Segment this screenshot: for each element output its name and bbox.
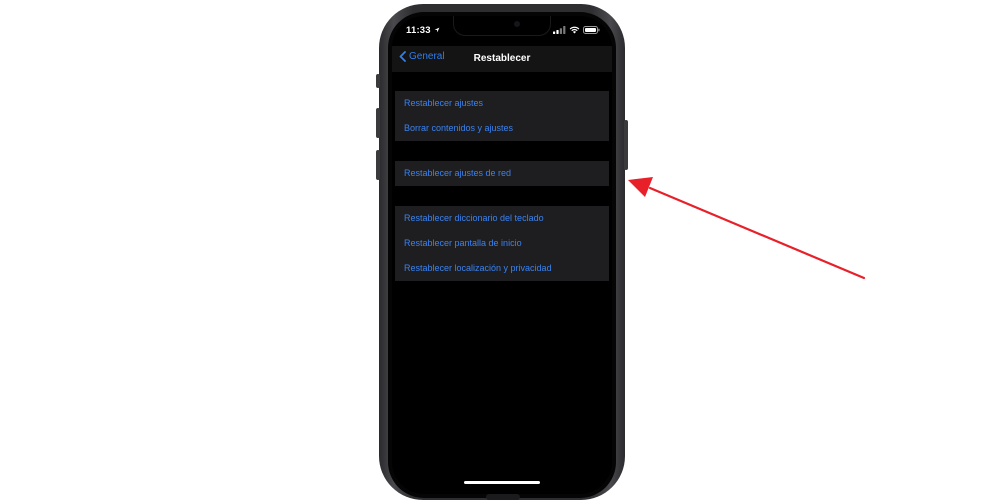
- navigation-bar: General Restablecer: [392, 46, 612, 72]
- reset-settings-item[interactable]: Restablecer ajustes: [395, 91, 609, 116]
- front-camera: [514, 21, 520, 27]
- power-button: [624, 120, 628, 170]
- settings-group-network: Restablecer ajustes de red: [395, 161, 609, 186]
- home-indicator[interactable]: [464, 481, 540, 484]
- status-icons: [553, 26, 600, 34]
- reset-home-screen-item[interactable]: Restablecer pantalla de inicio: [395, 231, 609, 256]
- mute-switch: [376, 74, 380, 88]
- reset-network-settings-item[interactable]: Restablecer ajustes de red: [395, 161, 609, 186]
- location-arrow-icon: [434, 27, 440, 33]
- erase-content-and-settings-item[interactable]: Borrar contenidos y ajustes: [395, 116, 609, 141]
- volume-up-button: [376, 108, 380, 138]
- reset-location-privacy-item[interactable]: Restablecer localización y privacidad: [395, 256, 609, 281]
- volume-down-button: [376, 150, 380, 180]
- settings-group-other: Restablecer diccionario del teclado Rest…: [395, 206, 609, 281]
- signal-bars-icon: [553, 26, 566, 34]
- phone-screen: 11:33 General Restablecer Restablecer aj…: [392, 16, 612, 494]
- lightning-port: [486, 494, 520, 500]
- page-title: Restablecer: [473, 53, 531, 64]
- wifi-icon: [569, 26, 580, 34]
- reset-keyboard-dictionary-item[interactable]: Restablecer diccionario del teclado: [395, 206, 609, 231]
- notch: [453, 16, 551, 36]
- status-time: 11:33: [406, 25, 431, 36]
- battery-icon: [583, 26, 600, 34]
- stage: 11:33 General Restablecer Restablecer aj…: [0, 0, 1000, 500]
- settings-group-reset: Restablecer ajustes Borrar contenidos y …: [395, 91, 609, 141]
